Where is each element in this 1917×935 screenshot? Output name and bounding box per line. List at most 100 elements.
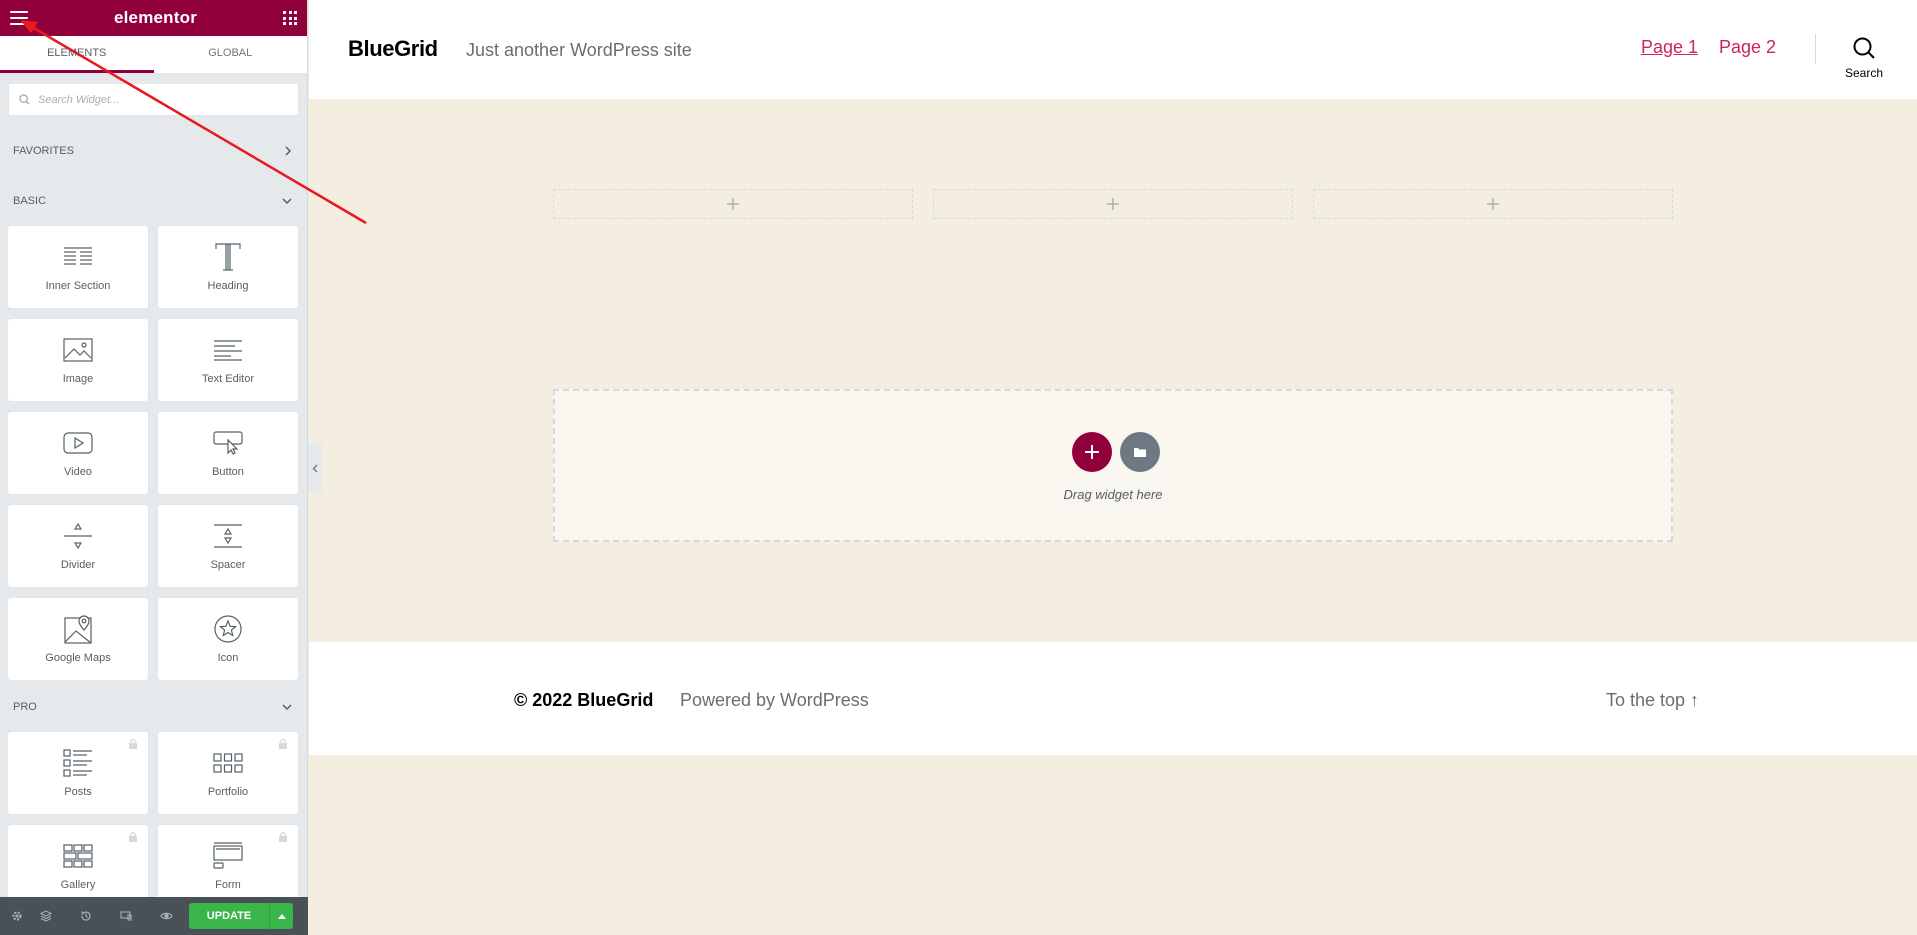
widget-search	[8, 83, 299, 116]
gallery-icon	[61, 841, 95, 871]
plus-icon	[727, 198, 739, 210]
site-footer: © 2022 BlueGrid Powered by WordPress To …	[309, 642, 1917, 755]
category-pro[interactable]: Pro	[0, 682, 307, 732]
panel-footer: Update	[0, 897, 308, 935]
widget-portfolio[interactable]: Portfolio	[158, 732, 298, 814]
navigator-icon	[40, 910, 52, 922]
widget-label: Heading	[207, 280, 249, 292]
panel-tabs: Elements Global	[0, 36, 307, 73]
nav-separator	[1815, 34, 1816, 64]
category-label: Favorites	[13, 145, 74, 157]
preview-icon	[159, 912, 173, 920]
search-wrapper	[0, 73, 307, 126]
nav-link-page-1[interactable]: Page 1	[1641, 37, 1698, 58]
lock-icon	[279, 738, 287, 749]
widget-video[interactable]: Video	[8, 412, 148, 494]
image-icon	[61, 335, 95, 365]
google-maps-icon	[61, 614, 95, 644]
widget-label: Image	[62, 373, 94, 385]
widgets-grid-icon[interactable]	[283, 11, 297, 25]
star-icon	[211, 614, 245, 644]
heading-icon	[211, 242, 245, 272]
video-icon	[61, 428, 95, 458]
widget-label: Inner Section	[45, 280, 111, 292]
tab-elements[interactable]: Elements	[0, 36, 154, 73]
search-widget-input[interactable]	[38, 93, 258, 106]
plus-icon	[1487, 198, 1499, 210]
responsive-icon	[120, 911, 132, 921]
search-icon	[19, 94, 30, 105]
widget-label: Text Editor	[202, 373, 254, 385]
chevron-down-icon	[282, 198, 292, 205]
elementor-panel: elementor Elements Global Favorites Basi…	[0, 0, 308, 935]
settings-icon	[12, 911, 22, 921]
nav-link-page-2[interactable]: Page 2	[1719, 37, 1776, 58]
chevron-down-icon	[282, 704, 292, 711]
to-the-top-link[interactable]: To the top ↑	[1606, 690, 1699, 711]
site-description: Just another WordPress site	[466, 40, 692, 60]
navigator-button[interactable]	[26, 897, 66, 935]
drop-zone-text: Drag widget here	[1063, 487, 1163, 502]
search-toggle[interactable]: Search	[1845, 36, 1883, 80]
preview-button[interactable]	[146, 897, 186, 935]
add-column-2[interactable]	[933, 189, 1293, 219]
category-favorites[interactable]: Favorites	[0, 126, 307, 176]
widget-inner-section[interactable]: Inner Section	[8, 226, 148, 308]
widget-icon[interactable]: Icon	[158, 598, 298, 680]
category-basic[interactable]: Basic	[0, 176, 307, 226]
pro-widgets-grid: Posts Portfolio Gallery Form	[0, 732, 307, 907]
history-icon	[81, 911, 91, 921]
text-editor-icon	[211, 335, 245, 365]
update-options-button[interactable]	[269, 903, 293, 929]
add-column-1[interactable]	[553, 189, 913, 219]
tab-global[interactable]: Global	[154, 36, 308, 73]
search-label: Search	[1845, 66, 1884, 80]
widget-label: Portfolio	[207, 786, 249, 798]
widget-spacer[interactable]: Spacer	[158, 505, 298, 587]
update-button[interactable]: Update	[189, 903, 269, 929]
widget-label: Video	[64, 466, 92, 478]
chevron-right-icon	[285, 146, 292, 156]
app-root: elementor Elements Global Favorites Basi…	[0, 0, 1917, 935]
site-title[interactable]: BlueGrid	[348, 36, 438, 62]
widget-label: Divider	[60, 559, 96, 571]
widget-label: Google Maps	[45, 652, 111, 664]
widget-gallery[interactable]: Gallery	[8, 825, 148, 907]
widget-heading[interactable]: Heading	[158, 226, 298, 308]
widget-label: Gallery	[60, 879, 96, 891]
responsive-mode-button[interactable]	[106, 897, 146, 935]
widget-text-editor[interactable]: Text Editor	[158, 319, 298, 401]
settings-button[interactable]	[8, 897, 26, 935]
widget-image[interactable]: Image	[8, 319, 148, 401]
widget-divider[interactable]: Divider	[8, 505, 148, 587]
widget-drop-zone[interactable]: Drag widget here	[553, 389, 1673, 542]
add-column-3[interactable]	[1313, 189, 1673, 219]
update-control: Update	[189, 903, 293, 929]
widget-label: Spacer	[210, 559, 246, 571]
button-icon	[211, 428, 245, 458]
form-icon	[211, 841, 245, 871]
widget-label: Icon	[217, 652, 239, 664]
widget-label: Button	[212, 466, 244, 478]
add-template-button[interactable]	[1120, 432, 1160, 472]
widget-button[interactable]: Button	[158, 412, 298, 494]
menu-icon[interactable]	[10, 11, 28, 25]
plus-icon	[1107, 198, 1119, 210]
widget-google-maps[interactable]: Google Maps	[8, 598, 148, 680]
chevron-left-icon	[312, 464, 318, 472]
divider-icon	[61, 521, 95, 551]
site-header: BlueGrid Just another WordPress site Pag…	[309, 0, 1917, 99]
collapse-panel-toggle[interactable]	[308, 443, 322, 493]
widget-form[interactable]: Form	[158, 825, 298, 907]
powered-by-link[interactable]: Powered by WordPress	[680, 690, 869, 711]
history-button[interactable]	[66, 897, 106, 935]
inner-section-icon	[61, 242, 95, 272]
basic-widgets-grid: Inner Section Heading Image Text Editor …	[0, 226, 307, 680]
widget-posts[interactable]: Posts	[8, 732, 148, 814]
add-section-button[interactable]	[1072, 432, 1112, 472]
category-label: Basic	[13, 195, 47, 207]
spacer-icon	[211, 521, 245, 551]
panel-brand: elementor	[113, 8, 198, 27]
posts-icon	[61, 748, 95, 778]
lock-icon	[129, 831, 137, 842]
